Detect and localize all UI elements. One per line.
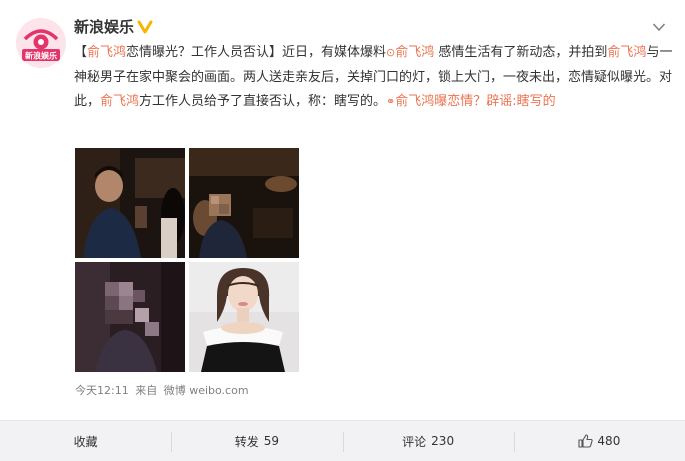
post-text-segment: 【 xyxy=(74,45,88,60)
post-text-segment: 恋情曝光？工作人员否认】近日，有媒体爆料 xyxy=(126,45,387,60)
chevron-down-icon[interactable] xyxy=(652,22,666,32)
sina-entertainment-logo: 新浪娱乐 xyxy=(16,18,66,68)
repost-label: 转发 xyxy=(234,434,259,449)
account-name[interactable]: 新浪娱乐 xyxy=(74,17,134,37)
location-pin-icon: ⊙ xyxy=(386,46,396,59)
post-text-segment: 方工作人员给予了直接否认，称：瞎写的。 xyxy=(139,94,387,109)
post-meta: 今天12:11 来自 微博 weibo.com xyxy=(75,384,252,398)
post-time[interactable]: 今天12:11 xyxy=(75,384,129,397)
topic-link[interactable]: 俞飞鸿曝恋情？辟谣:瞎写的 xyxy=(395,94,555,109)
from-label: 来自 xyxy=(135,384,158,397)
post-text: 【俞飞鸿恋情曝光？工作人员否认】近日，有媒体爆料⊙俞飞鸿 感情生活有了新动态，并… xyxy=(74,41,674,115)
mention-link[interactable]: 俞飞鸿 xyxy=(607,45,646,60)
like-button[interactable]: 480 xyxy=(513,421,685,461)
favorite-label: 收藏 xyxy=(73,434,98,449)
mention-link[interactable]: 俞飞鸿 xyxy=(395,45,434,60)
repost-button[interactable]: 转发 59 xyxy=(171,421,342,461)
thumbs-up-icon xyxy=(578,434,594,448)
link-icon: ⚭ xyxy=(386,95,396,108)
post-image-4[interactable] xyxy=(189,262,299,372)
post-text-segment: 感情生活有了新动态，并拍到 xyxy=(434,45,608,60)
action-bar: 收藏 转发 59 评论 230 480 xyxy=(0,420,685,461)
comment-button[interactable]: 评论 230 xyxy=(342,421,514,461)
comment-label: 评论 xyxy=(402,434,427,449)
verified-badge-icon xyxy=(137,20,153,34)
avatar-label: 新浪娱乐 xyxy=(25,51,57,61)
mention-link[interactable]: 俞飞鸿 xyxy=(87,45,126,60)
comment-count: 230 xyxy=(431,434,455,448)
like-count: 480 xyxy=(597,434,621,448)
post-image-2[interactable] xyxy=(189,148,299,258)
repost-count: 59 xyxy=(263,434,280,448)
weibo-post-card: 新浪娱乐 新浪娱乐 【俞飞鸿恋情曝光？工作人员否认】近日，有媒体爆料⊙俞飞鸿 感… xyxy=(0,0,685,461)
post-image-3[interactable] xyxy=(75,262,185,372)
mention-link[interactable]: 俞飞鸿 xyxy=(100,94,139,109)
favorite-button[interactable]: 收藏 xyxy=(0,421,171,461)
post-source[interactable]: 微博 weibo.com xyxy=(164,384,249,397)
post-image-1[interactable] xyxy=(75,148,185,258)
avatar[interactable]: 新浪娱乐 xyxy=(16,18,66,68)
